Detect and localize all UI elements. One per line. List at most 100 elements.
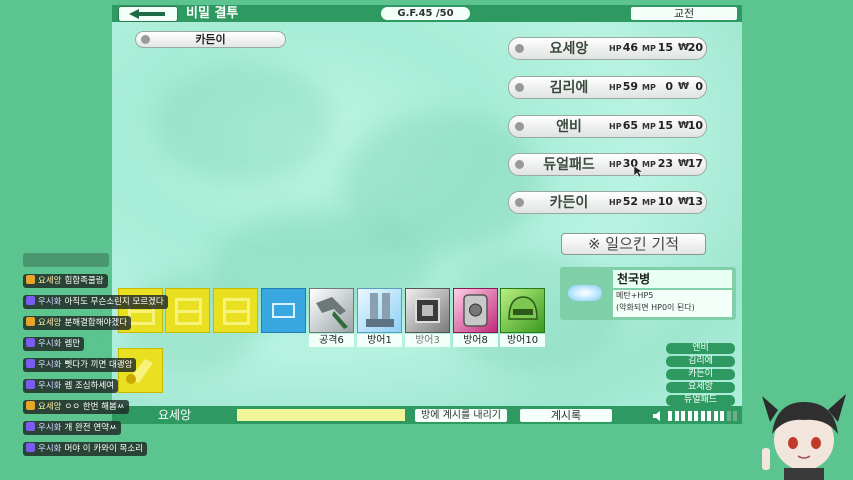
chat-text: ㅇㅇ 한번 해봄ㅆ	[64, 402, 125, 412]
boots-icon	[366, 293, 394, 327]
player-row[interactable]: 요세앙 HP 46 MP 15 ₩ 20	[508, 37, 707, 60]
chat-text: 렘만	[64, 339, 81, 349]
chat-message: 요세앙 분해결합해야겠다	[23, 316, 132, 330]
sword-card[interactable]	[309, 288, 354, 333]
mp-label: MP	[642, 198, 656, 207]
mp-label: MP	[642, 44, 656, 53]
volume-bar	[720, 411, 724, 421]
revelation-board-button[interactable]: 계시록	[520, 409, 612, 422]
indicator-dot	[515, 198, 524, 207]
exchange-button[interactable]: 교전	[631, 7, 737, 20]
money-value: 20	[687, 41, 703, 54]
volume-bar	[700, 411, 705, 421]
mp-value: 15	[657, 41, 673, 54]
armor-card[interactable]	[453, 288, 498, 333]
player-name: 김리에	[549, 80, 589, 96]
heart-badge-icon	[26, 359, 35, 368]
volume-bar	[733, 411, 737, 421]
target-name: 카든이	[195, 33, 226, 46]
star-badge-icon	[26, 275, 35, 284]
volume-bar	[713, 411, 718, 421]
chat-user: 요세앙	[38, 276, 62, 286]
money-value: 10	[687, 119, 703, 132]
star-badge-icon	[26, 317, 35, 326]
chat-text: 머야 이 카와이 목소리	[64, 444, 143, 454]
card-frame-icon	[272, 303, 295, 318]
equipment-label: 방어3	[405, 334, 450, 347]
volume-slider[interactable]	[652, 409, 740, 422]
volume-bar	[694, 411, 698, 421]
star-badge-icon	[26, 401, 35, 410]
hp-value: 46	[622, 41, 638, 54]
arrow-left-icon	[129, 9, 165, 19]
streamer-avatar	[762, 394, 846, 480]
money-value: 13	[687, 195, 703, 208]
miracle-button[interactable]: ※ 일으킨 기적	[561, 233, 706, 255]
mp-value: 10	[657, 195, 673, 208]
hand-card[interactable]	[165, 288, 210, 333]
chat-user: 우시화	[38, 444, 62, 454]
chat-user: 우시화	[38, 360, 62, 370]
mp-value: 23	[657, 157, 673, 170]
mp-value: 0	[665, 80, 673, 93]
gf-counter: G.F.45 /50	[381, 7, 470, 20]
player-row[interactable]: 김리에 HP 59 MP 0 ₩ 0	[508, 76, 707, 99]
volume-bar	[726, 411, 731, 421]
card-desc-line: (악화되면 HP0이 된다)	[616, 303, 695, 312]
chat-message: 우시화 렘 조심하세여	[23, 379, 119, 393]
hp-value: 65	[622, 119, 638, 132]
player-row[interactable]: 카든이 HP 52 MP 10 ₩ 13	[508, 191, 707, 214]
equipment-label: 공격6	[309, 334, 354, 347]
player-name: 앤비	[556, 119, 582, 135]
player-list-item[interactable]: 카든이	[666, 369, 735, 380]
indicator-dot	[515, 83, 524, 92]
chat-user: 우시화	[38, 339, 62, 349]
sword-icon	[316, 297, 348, 329]
indicator-dot	[515, 44, 524, 53]
chat-user: 우시화	[38, 297, 62, 307]
player-list-item[interactable]: 앤비	[666, 343, 735, 354]
rune-icon	[175, 298, 202, 325]
volume-bar	[707, 411, 711, 421]
heart-badge-icon	[26, 296, 35, 305]
player-list-item[interactable]: 요세앙	[666, 382, 735, 393]
player-name: 요세앙	[549, 41, 589, 57]
player-list-item[interactable]: 김리에	[666, 356, 735, 367]
chat-user: 요세앙	[38, 318, 62, 328]
heart-badge-icon	[26, 422, 35, 431]
player-list-item[interactable]: 듀얼패드	[666, 395, 735, 406]
volume-bar	[668, 411, 672, 421]
player-row[interactable]: 앤비 HP 65 MP 15 ₩ 10	[508, 115, 707, 138]
target-selector[interactable]: 카든이	[135, 31, 286, 48]
post-revelation-button[interactable]: 방에 계시를 내리기	[415, 409, 507, 422]
chat-text: 힙합족쿨랑	[64, 276, 104, 286]
chat-message: 우시화 아직도 무슨소린지 모르겠다	[23, 295, 168, 309]
chat-user: 우시화	[38, 423, 62, 433]
armor-card[interactable]	[357, 288, 402, 333]
armor-card[interactable]	[405, 288, 450, 333]
chat-message: 요세앙 ㅇㅇ 한번 해봄ㅆ	[23, 400, 129, 414]
chat-text: 렘 조심하세여	[64, 381, 115, 391]
heart-badge-icon	[26, 443, 35, 452]
mp-label: MP	[642, 122, 656, 131]
heart-badge-icon	[26, 338, 35, 347]
player-name: 듀얼패드	[543, 157, 595, 173]
player-row[interactable]: 듀얼패드 HP 30 MP 23 ₩ 17	[508, 153, 707, 176]
hp-value: 52	[622, 195, 638, 208]
message-input[interactable]	[237, 409, 405, 421]
money-value: 17	[687, 157, 703, 170]
equipment-label: 방어8	[453, 334, 498, 347]
armor-card[interactable]	[500, 288, 545, 333]
chat-message: 우시화 렘만	[23, 337, 85, 351]
money-value: 0	[695, 80, 703, 93]
mouse-cursor-icon	[634, 166, 643, 178]
rune-icon	[223, 298, 250, 325]
mp-label: MP	[642, 83, 656, 92]
chat-message-faded	[23, 253, 109, 267]
armor-box-icon	[415, 298, 440, 323]
hand-card[interactable]	[213, 288, 258, 333]
chat-user: 우시화	[38, 381, 62, 391]
hand-card-selected[interactable]	[261, 288, 306, 333]
back-button[interactable]	[118, 6, 178, 22]
current-player-name: 요세앙	[158, 408, 192, 422]
